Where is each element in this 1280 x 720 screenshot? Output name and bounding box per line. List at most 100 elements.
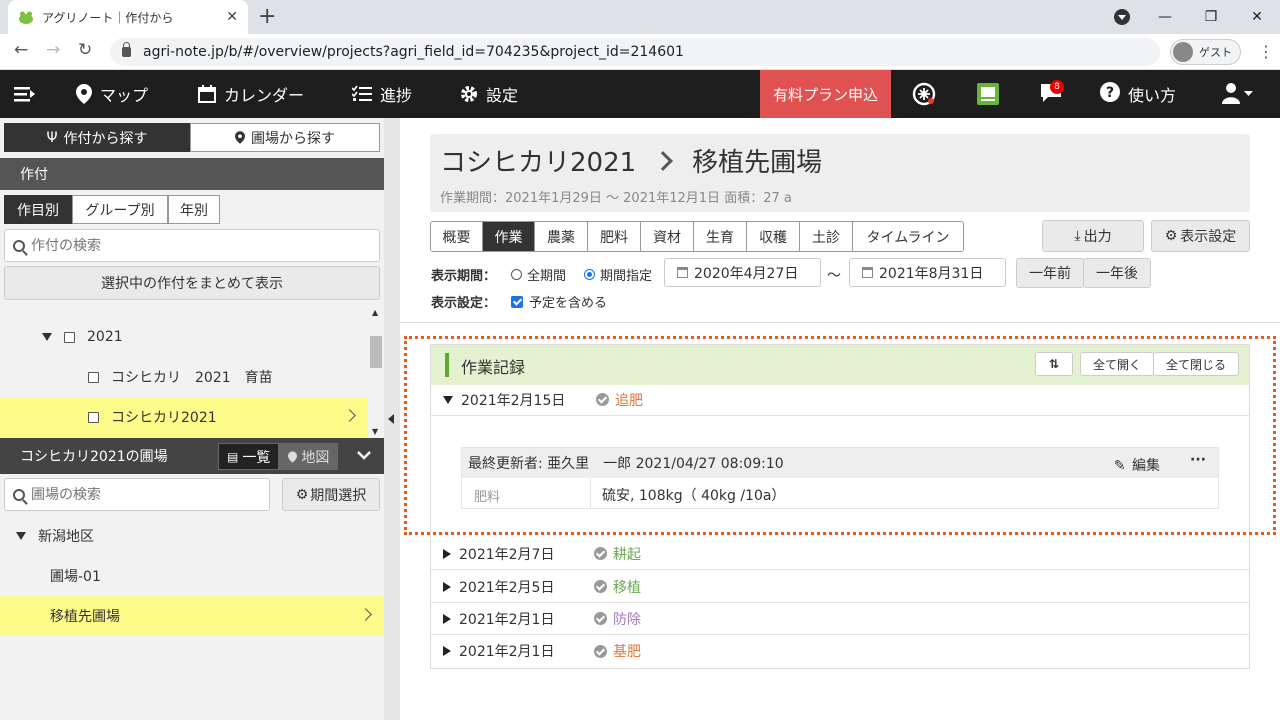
crop-search-input[interactable] xyxy=(31,237,324,254)
close-all-button[interactable]: 全て閉じる xyxy=(1153,352,1239,376)
prev-year-button[interactable]: 一年前 xyxy=(1016,258,1084,288)
crop-search-field[interactable] xyxy=(4,229,380,262)
scroll-down-icon[interactable]: ▼ xyxy=(372,427,378,436)
nav-calendar[interactable]: カレンダー xyxy=(198,70,304,118)
download-icon: ⤓ xyxy=(1074,228,1081,244)
new-tab-icon[interactable]: + xyxy=(258,4,276,29)
tab-pesticide[interactable]: 農薬 xyxy=(535,222,588,251)
tab-material[interactable]: 資材 xyxy=(641,222,694,251)
tab-fertilizer[interactable]: 肥料 xyxy=(588,222,641,251)
url-field[interactable]: agri-note.jp/b/#/overview/projects?agri_… xyxy=(110,38,1160,66)
scroll-up-icon[interactable]: ▲ xyxy=(372,308,378,317)
record-row-expanded[interactable]: 2021年2月15日 追肥 xyxy=(431,384,1249,416)
next-year-button[interactable]: 一年後 xyxy=(1083,258,1151,288)
field-item-selected[interactable]: 移植先圃場 xyxy=(0,596,384,636)
open-all-button[interactable]: 全て開く xyxy=(1080,352,1154,376)
tab-harvest[interactable]: 収穫 xyxy=(747,222,800,251)
tab-soil[interactable]: 土診 xyxy=(800,222,853,251)
nav-settings[interactable]: 設定 xyxy=(460,70,518,118)
tab-overview[interactable]: 概要 xyxy=(431,222,483,251)
collapse-sidebar-icon[interactable] xyxy=(388,414,394,424)
user-menu-icon[interactable] xyxy=(1222,82,1254,104)
record-work-type[interactable]: 防除 xyxy=(613,609,641,629)
record-work-type[interactable]: 耕起 xyxy=(613,544,641,564)
record-row[interactable]: 2021年2月1日 基肥 xyxy=(431,635,1249,667)
tab-timeline[interactable]: タイムライン xyxy=(853,222,963,251)
minimize-icon[interactable]: — xyxy=(1142,9,1188,25)
help-icon: ? xyxy=(1100,82,1120,102)
chevron-down-icon[interactable] xyxy=(357,451,371,461)
tree-year-row[interactable]: 2021 xyxy=(0,317,368,357)
search-icon xyxy=(13,239,25,252)
record-work-type[interactable]: 追肥 xyxy=(615,390,643,410)
close-window-icon[interactable]: ✕ xyxy=(1234,9,1280,25)
back-icon[interactable]: ← xyxy=(14,40,28,60)
expand-right-icon[interactable] xyxy=(443,581,451,592)
crop-checkbox[interactable] xyxy=(88,371,99,383)
chrome-menu-icon[interactable]: ⋮ xyxy=(1258,42,1274,61)
agri-book-icon[interactable] xyxy=(976,82,1000,106)
date-to-field[interactable]: 2021年8月31日 xyxy=(849,258,1006,287)
map-view-button[interactable]: 地図 xyxy=(279,443,339,470)
tab-by-group[interactable]: グループ別 xyxy=(72,195,168,224)
forward-icon[interactable]: → xyxy=(46,40,60,60)
chevron-right-icon xyxy=(343,409,356,422)
nav-map[interactable]: マップ xyxy=(76,70,148,118)
browser-tab[interactable]: アグリノート｜作付から ✕ xyxy=(8,0,248,34)
expand-down-icon[interactable] xyxy=(443,395,453,404)
premium-plan-button[interactable]: 有料プラン申込 xyxy=(760,70,891,118)
record-row[interactable]: 2021年2月7日 耕起 xyxy=(431,538,1249,570)
field-search-field[interactable] xyxy=(4,478,270,511)
expand-right-icon[interactable] xyxy=(443,548,451,559)
nav-progress[interactable]: 進捗 xyxy=(352,70,412,118)
maximize-icon[interactable]: ❐ xyxy=(1188,9,1234,25)
collapse-icon[interactable] xyxy=(42,333,52,341)
period-select-button[interactable]: ⚙ 期間選択 xyxy=(282,478,380,511)
export-button[interactable]: ⤓ 出力 xyxy=(1042,220,1144,252)
more-options-icon[interactable]: ··· xyxy=(1190,452,1206,468)
nav-help-label[interactable]: 使い方 xyxy=(1128,70,1176,118)
gear-icon xyxy=(461,86,477,102)
tree-crop-item[interactable]: コシヒカリ 2021 育苗 xyxy=(0,357,368,397)
weather-icon[interactable] xyxy=(912,82,936,106)
record-row[interactable]: 2021年2月5日 移植 xyxy=(431,571,1249,603)
tab-search-by-field[interactable]: 圃場から探す xyxy=(190,123,380,152)
region-row[interactable]: 新潟地区 xyxy=(0,516,384,556)
menu-toggle-icon[interactable] xyxy=(14,70,36,118)
tab-by-year[interactable]: 年別 xyxy=(168,195,220,224)
tree-scrollbar[interactable]: ▲ ▼ xyxy=(368,306,384,438)
crop-checkbox[interactable] xyxy=(88,411,99,423)
chrome-account-icon[interactable] xyxy=(1114,9,1130,25)
field-item[interactable]: 圃場-01 xyxy=(0,556,384,596)
map-pin-icon xyxy=(235,131,245,144)
tab-work[interactable]: 作業 xyxy=(483,222,535,251)
tab-search-by-crop[interactable]: Ψ 作付から探す xyxy=(4,123,190,152)
sort-button[interactable]: ⇅ xyxy=(1035,352,1073,376)
date-from-field[interactable]: 2020年4月27日 xyxy=(664,258,821,287)
tab-search-by-crop-label: 作付から探す xyxy=(63,130,148,147)
record-work-type[interactable]: 移植 xyxy=(613,577,641,597)
list-view-button[interactable]: ▤ 一覧 xyxy=(218,443,280,470)
collapse-icon[interactable] xyxy=(16,532,26,540)
expand-right-icon[interactable] xyxy=(443,646,451,656)
reload-icon[interactable]: ↻ xyxy=(78,40,92,60)
specified-period-radio[interactable]: 期間指定 xyxy=(584,265,652,284)
guest-profile-button[interactable]: ゲスト xyxy=(1170,39,1241,65)
all-period-radio[interactable]: 全期間 xyxy=(511,265,566,284)
field-item-label: 圃場-01 xyxy=(50,569,101,585)
scrollbar-thumb[interactable] xyxy=(370,336,382,368)
include-plan-checkbox[interactable]: 予定を含める xyxy=(511,292,607,311)
year-checkbox[interactable] xyxy=(64,331,75,343)
sidebar-splitter[interactable] xyxy=(384,118,400,720)
tab-growth[interactable]: 生育 xyxy=(694,222,747,251)
tab-by-crop-type[interactable]: 作目別 xyxy=(4,195,72,224)
display-settings-button[interactable]: ⚙ 表示設定 xyxy=(1151,220,1250,252)
field-search-input[interactable] xyxy=(31,486,236,503)
show-selected-crops-button[interactable]: 選択中の作付をまとめて表示 xyxy=(4,266,380,300)
close-tab-icon[interactable]: ✕ xyxy=(226,9,238,25)
expand-right-icon[interactable] xyxy=(443,613,451,624)
edit-button[interactable]: ✎ 編集 xyxy=(1114,455,1160,475)
record-work-type[interactable]: 基肥 xyxy=(613,641,641,661)
record-row[interactable]: 2021年2月1日 防除 xyxy=(431,603,1249,635)
tree-crop-item-selected[interactable]: コシヒカリ2021 xyxy=(0,397,368,437)
